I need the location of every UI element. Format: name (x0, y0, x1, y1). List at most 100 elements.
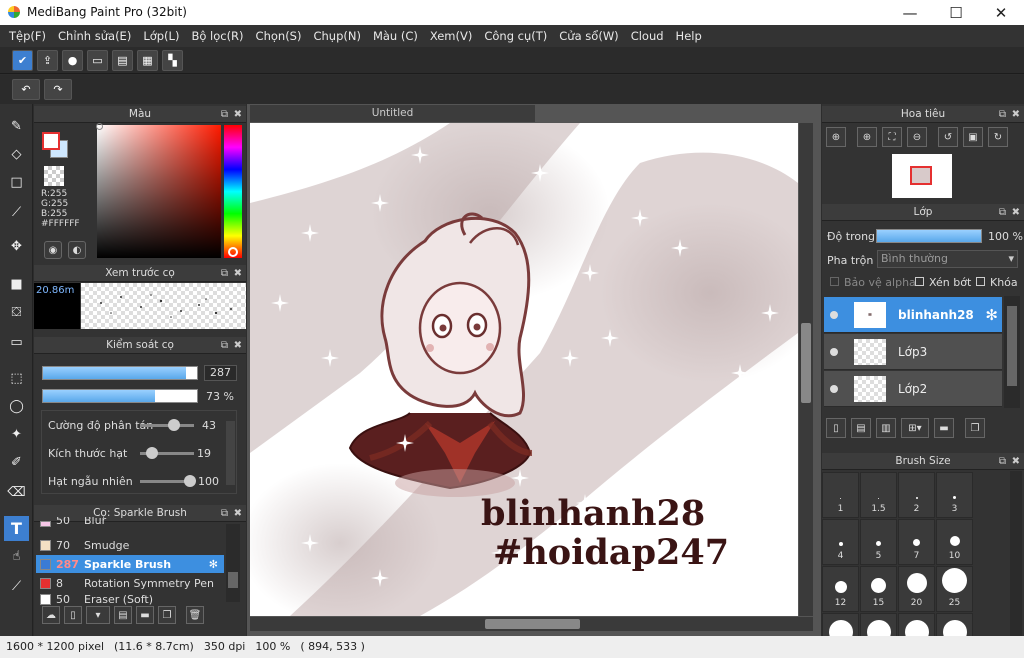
saturation-value-picker[interactable] (97, 125, 221, 258)
undo-icon[interactable]: ↶ (12, 79, 40, 100)
cloud-check-icon[interactable]: ✔ (12, 50, 33, 71)
close-button[interactable]: ✕ (978, 0, 1024, 25)
list-item[interactable]: 8 Rotation Symmetry Pen (36, 574, 224, 592)
brush-size-cell[interactable]: 1 (822, 472, 859, 518)
brush-list-scroll-thumb[interactable] (228, 572, 238, 588)
popout-icon[interactable]: ⧉ (999, 453, 1006, 470)
clipping-checkbox[interactable] (915, 277, 924, 286)
menu-filter[interactable]: Bộ lọc(R) (185, 29, 249, 43)
brush-size-cell[interactable] (936, 613, 973, 636)
brush-size-cell[interactable]: 12 (822, 566, 859, 612)
brush-size-cell[interactable]: 15 (860, 566, 897, 612)
popout-icon[interactable]: ⧉ (999, 204, 1006, 221)
rotate-right-icon[interactable]: ↻ (988, 127, 1008, 147)
brush-size-cell[interactable]: 20 (898, 566, 935, 612)
brush-size-slider[interactable] (42, 366, 198, 380)
visibility-eye-icon[interactable] (830, 311, 838, 319)
layer-list-scrollbar[interactable] (1004, 296, 1020, 408)
brush-list-scrollbar[interactable] (226, 524, 240, 602)
page-manage-icon[interactable]: ▦ (137, 50, 158, 71)
layer-row[interactable]: Lớp2 (824, 371, 1002, 407)
brush-size-cell[interactable] (822, 613, 859, 636)
select-pen-tool-icon[interactable]: ✐ (4, 450, 29, 475)
popout-icon[interactable]: ⧉ (221, 337, 228, 354)
list-item[interactable]: 50 Blur (36, 517, 224, 527)
new-1bit-layer-icon[interactable]: ▥ (876, 418, 896, 438)
comment-icon[interactable]: ● (62, 50, 83, 71)
scatter-slider[interactable] (140, 424, 194, 427)
rectangle-tool-icon[interactable]: □ (4, 170, 29, 195)
add-brush-menu-icon[interactable]: ▾ (86, 606, 110, 624)
layer-row-selected[interactable]: ≡ blinhanh28 ✻ (824, 297, 1002, 333)
duplicate-brush-icon[interactable]: ❐ (158, 606, 176, 624)
add-layer-menu-icon[interactable]: ⊞▾ (901, 418, 929, 438)
menu-edit[interactable]: Chỉnh sửa(E) (52, 29, 137, 43)
document-tab[interactable]: Untitled (250, 105, 535, 122)
canvas-hscroll-thumb[interactable] (485, 619, 580, 629)
maximize-button[interactable]: ☐ (933, 0, 979, 25)
menu-cloud[interactable]: Cloud (625, 29, 670, 43)
menu-snap[interactable]: Chụp(N) (307, 29, 366, 43)
panel-close-icon[interactable]: ✖ (234, 106, 242, 123)
speech-bubble-icon[interactable]: ▭ (87, 50, 108, 71)
rotate-left-icon[interactable]: ↺ (938, 127, 958, 147)
brush-opacity-slider[interactable] (42, 389, 198, 403)
color-wheel-icon[interactable]: ◐ (68, 241, 86, 259)
page-icon[interactable]: ▤ (112, 50, 133, 71)
select-eraser-tool-icon[interactable]: ⌫ (4, 480, 29, 505)
brush-size-value[interactable]: 287 (204, 365, 237, 381)
protect-alpha-checkbox[interactable] (830, 277, 839, 286)
layer-row[interactable]: Lớp3 (824, 334, 1002, 370)
particle-size-slider-knob[interactable] (146, 447, 158, 459)
brush-tool-icon[interactable]: ✎ (4, 114, 29, 139)
random-particle-slider-knob[interactable] (184, 475, 196, 487)
brush-size-cell[interactable]: 5 (860, 519, 897, 565)
new-brush-icon[interactable]: ▯ (64, 606, 82, 624)
hue-cursor[interactable] (228, 247, 238, 257)
params-scrollbar[interactable] (226, 421, 235, 485)
brush-size-cell[interactable]: 3 (936, 472, 973, 518)
redo-icon[interactable]: ↷ (44, 79, 72, 100)
layer-opacity-slider[interactable] (876, 229, 982, 243)
foreground-color-swatch[interactable] (42, 132, 60, 150)
bucket-tool-icon[interactable]: ⛋ (4, 300, 29, 325)
folder-icon[interactable]: ▬ (136, 606, 154, 624)
menu-window[interactable]: Cửa sổ(W) (553, 29, 624, 43)
canvas-horizontal-scrollbar[interactable] (250, 617, 813, 631)
zoom-in-icon[interactable]: ⊕ (857, 127, 877, 147)
panel-close-icon[interactable]: ✖ (1012, 106, 1020, 123)
fill-rect-tool-icon[interactable]: ■ (4, 272, 29, 297)
minimize-button[interactable]: — (887, 0, 933, 25)
share-icon[interactable]: ⇪ (37, 50, 58, 71)
list-item[interactable]: 70 Smudge (36, 536, 224, 554)
canvas-vertical-scrollbar[interactable] (799, 123, 813, 616)
gradient-tool-icon[interactable]: ▭ (4, 330, 29, 355)
menu-tools[interactable]: Công cụ(T) (478, 29, 553, 43)
brush-size-cell[interactable]: 2 (898, 472, 935, 518)
gear-icon[interactable]: ✻ (209, 558, 218, 571)
panel-close-icon[interactable]: ✖ (1012, 204, 1020, 221)
cloud-download-icon[interactable]: ☁ (42, 606, 60, 624)
menu-help[interactable]: Help (670, 29, 708, 43)
move-tool-icon[interactable]: ✥ (4, 234, 29, 259)
brush-size-cell[interactable]: 1.5 (860, 472, 897, 518)
canvas-vscroll-thumb[interactable] (801, 323, 811, 403)
new-layer-icon[interactable]: ▯ (826, 418, 846, 438)
text-tool-icon[interactable]: T (4, 516, 29, 541)
magic-wand-tool-icon[interactable]: ✦ (4, 422, 29, 447)
popout-icon[interactable]: ⧉ (221, 106, 228, 123)
popout-icon[interactable]: ⧉ (999, 106, 1006, 123)
panel-close-icon[interactable]: ✖ (234, 337, 242, 354)
list-item[interactable]: 50 Eraser (Soft) (36, 593, 224, 606)
zoom-out-icon[interactable]: ⊖ (907, 127, 927, 147)
layer-list-scroll-thumb[interactable] (1007, 306, 1017, 386)
layer-settings-gear-icon[interactable]: ✻ (985, 306, 998, 324)
blend-mode-select[interactable]: Bình thường ▾ (877, 250, 1018, 268)
operation-tool-icon[interactable]: ☝ (4, 544, 29, 569)
brush-settings-icon[interactable]: ▤ (114, 606, 132, 624)
panel-close-icon[interactable]: ✖ (234, 505, 242, 522)
reset-view-icon[interactable]: ▣ (963, 127, 983, 147)
eraser-tool-icon[interactable]: ◇ (4, 142, 29, 167)
lasso-tool-icon[interactable]: ◯ (4, 394, 29, 419)
panel-close-icon[interactable]: ✖ (1012, 453, 1020, 470)
